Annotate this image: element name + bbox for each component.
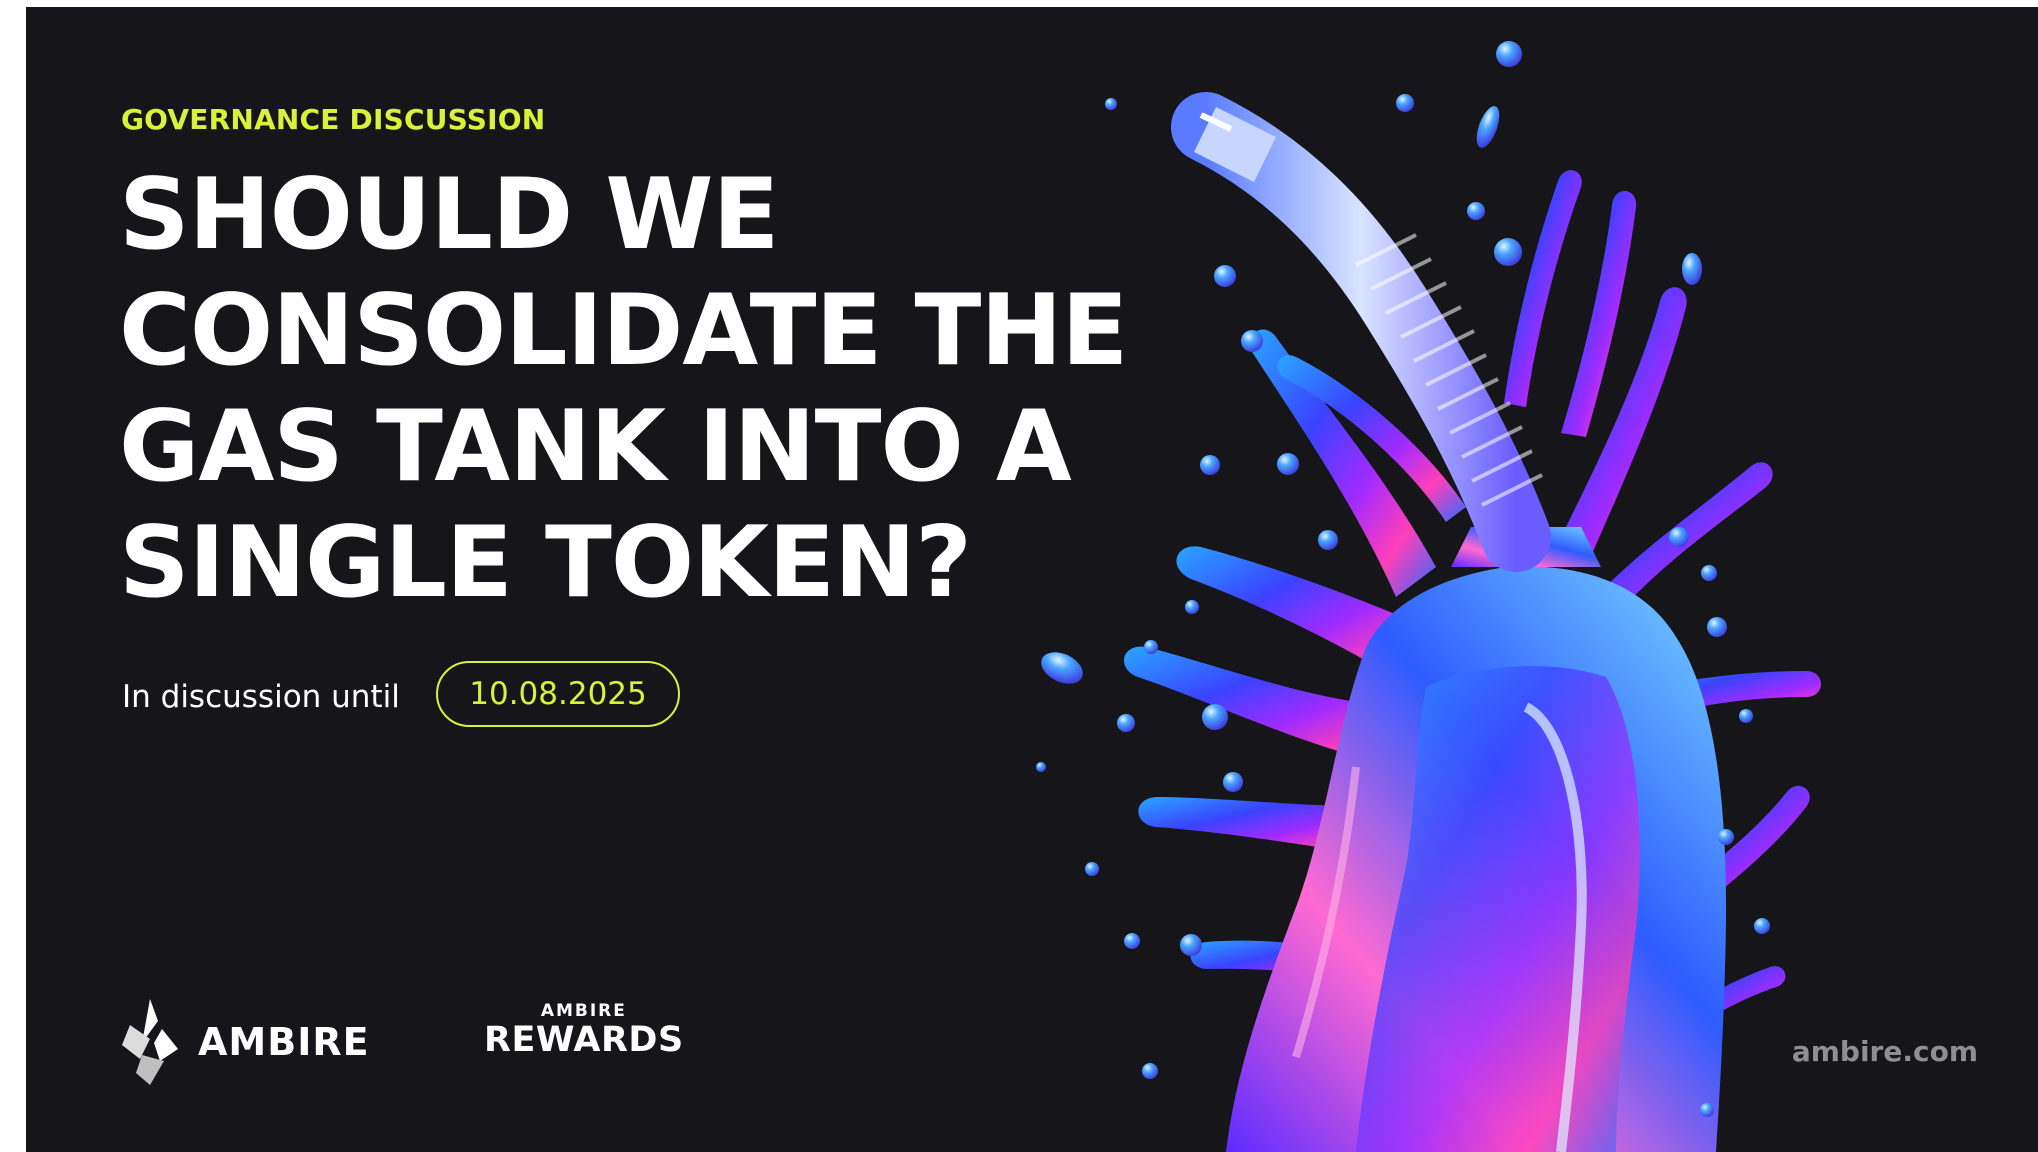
promo-banner: GOVERNANCE DISCUSSION SHOULD WE CONSOLID…	[26, 7, 2038, 1152]
ambire-rewards-logo: AMBIRE REWARDS	[484, 1002, 684, 1060]
headline-line: SHOULD WE	[119, 158, 779, 272]
rewards-logo-small: AMBIRE	[540, 1001, 627, 1021]
ambire-logo-icon	[122, 999, 178, 1085]
headline-line: GAS TANK INTO A	[119, 390, 1072, 504]
brand-name: AMBIRE	[198, 1020, 370, 1064]
deadline-date: 10.08.2025	[469, 676, 647, 712]
ambire-logo: AMBIRE	[120, 999, 370, 1085]
headline: SHOULD WE CONSOLIDATE THE GAS TANK INTO …	[119, 157, 1359, 621]
website-domain: ambire.com	[1791, 1035, 1978, 1068]
headline-line: CONSOLIDATE THE	[119, 274, 1128, 388]
deadline-date-badge: 10.08.2025	[436, 661, 680, 727]
rewards-logo-big: REWARDS	[484, 1020, 684, 1060]
deadline-label: In discussion until	[122, 679, 400, 715]
headline-line: SINGLE TOKEN?	[119, 506, 972, 620]
eyebrow-label: GOVERNANCE DISCUSSION	[121, 103, 546, 136]
